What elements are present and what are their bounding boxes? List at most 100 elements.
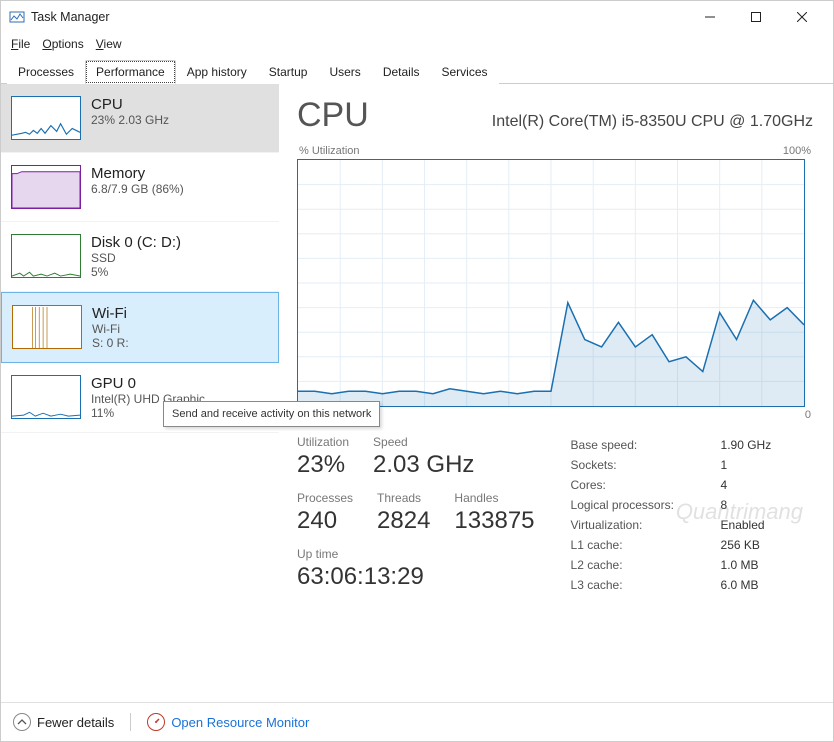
sidebar-item-sub: 23% 2.03 GHz [91, 113, 269, 127]
menu-options[interactable]: Options [38, 35, 87, 53]
stat-val: 8 [721, 498, 728, 512]
stat-handles: Handles 133875 [454, 491, 534, 535]
stat-val: 256 KB [721, 538, 760, 552]
chart-y-max: 100% [783, 145, 811, 157]
sidebar-item-memory[interactable]: Memory 6.8/7.9 GB (86%) [1, 153, 279, 222]
sidebar-item-sub2: 5% [91, 265, 269, 279]
stat-row: L2 cache:1.0 MB [571, 555, 772, 575]
sidebar-item-title: Wi-Fi [92, 305, 268, 322]
stat-uptime: Up time 63:06:13:29 [297, 547, 424, 591]
stats-left: Utilization 23% Speed 2.03 GHz Processes… [297, 435, 535, 595]
memory-thumb [11, 165, 81, 209]
stat-label: Threads [377, 491, 430, 505]
stat-key: L3 cache: [571, 578, 721, 592]
stat-label: Processes [297, 491, 353, 505]
stat-value: 63:06:13:29 [297, 563, 424, 591]
disk-thumb [11, 234, 81, 278]
stat-row: L1 cache:256 KB [571, 535, 772, 555]
fewer-details-button[interactable]: Fewer details [13, 713, 114, 731]
maximize-button[interactable] [733, 1, 779, 33]
tab-app-history[interactable]: App history [176, 60, 258, 84]
stat-label: Speed [373, 435, 474, 449]
detail-panel: CPU Intel(R) Core(TM) i5-8350U CPU @ 1.7… [279, 84, 833, 702]
tab-processes[interactable]: Processes [7, 60, 85, 84]
stat-val: 1.90 GHz [721, 438, 772, 452]
stat-row: Sockets:1 [571, 455, 772, 475]
chevron-up-icon [13, 713, 31, 731]
stat-row: Virtualization:Enabled [571, 515, 772, 535]
chart-y-label: % Utilization [299, 145, 360, 157]
stat-val: Enabled [721, 518, 765, 532]
chart-x-right: 0 [805, 409, 811, 421]
stat-speed: Speed 2.03 GHz [373, 435, 474, 479]
menu-view[interactable]: View [92, 35, 126, 53]
tab-users[interactable]: Users [318, 60, 371, 84]
sidebar-item-wifi[interactable]: Wi-Fi Wi-Fi S: 0 R: [1, 292, 279, 363]
stat-value: 23% [297, 451, 349, 479]
stat-processes: Processes 240 [297, 491, 353, 535]
chart-top-row: % Utilization 100% [297, 145, 813, 159]
stat-value: 2824 [377, 507, 430, 535]
stat-key: Cores: [571, 478, 721, 492]
chart-wrap: % Utilization 100% 60 seconds 0 [297, 145, 813, 421]
sidebar-item-text: Memory 6.8/7.9 GB (86%) [91, 165, 269, 196]
sidebar-item-title: GPU 0 [91, 375, 269, 392]
titlebar: Task Manager [1, 1, 833, 33]
stat-val: 4 [721, 478, 728, 492]
stats: Utilization 23% Speed 2.03 GHz Processes… [297, 435, 813, 595]
resource-monitor-icon [147, 713, 165, 731]
stat-value: 240 [297, 507, 353, 535]
tabstrip: Processes Performance App history Startu… [1, 59, 833, 84]
sidebar-item-text: CPU 23% 2.03 GHz [91, 96, 269, 127]
stat-row: L3 cache:6.0 MB [571, 575, 772, 595]
sidebar-item-title: Disk 0 (C: D:) [91, 234, 269, 251]
stat-val: 6.0 MB [721, 578, 759, 592]
stat-key: L1 cache: [571, 538, 721, 552]
stat-label: Handles [454, 491, 534, 505]
footer-separator [130, 713, 131, 731]
sidebar-item-sub2: S: 0 R: [92, 336, 268, 350]
open-resource-monitor-link[interactable]: Open Resource Monitor [147, 713, 309, 731]
stat-row: Logical processors:8 [571, 495, 772, 515]
sidebar-item-sub: SSD [91, 251, 269, 265]
stat-key: Base speed: [571, 438, 721, 452]
stat-key: L2 cache: [571, 558, 721, 572]
fewer-details-label: Fewer details [37, 715, 114, 730]
stat-val: 1 [721, 458, 728, 472]
stat-key: Logical processors: [571, 498, 721, 512]
cpu-thumb [11, 96, 81, 140]
cpu-chart [297, 159, 805, 407]
detail-header: CPU Intel(R) Core(TM) i5-8350U CPU @ 1.7… [297, 96, 813, 135]
tab-startup[interactable]: Startup [258, 60, 319, 84]
cpu-model-name: Intel(R) Core(TM) i5-8350U CPU @ 1.70GHz [492, 113, 813, 131]
stat-value: 133875 [454, 507, 534, 535]
stat-label: Utilization [297, 435, 349, 449]
gpu-thumb [11, 375, 81, 419]
stat-key: Virtualization: [571, 518, 721, 532]
stat-value: 2.03 GHz [373, 451, 474, 479]
wifi-thumb [12, 305, 82, 349]
tab-details[interactable]: Details [372, 60, 431, 84]
tab-performance[interactable]: Performance [85, 60, 176, 84]
stat-row: Cores:4 [571, 475, 772, 495]
stat-label: Up time [297, 547, 424, 561]
stat-val: 1.0 MB [721, 558, 759, 572]
footer: Fewer details Open Resource Monitor [1, 702, 833, 741]
sidebar-item-text: Wi-Fi Wi-Fi S: 0 R: [92, 305, 268, 350]
window-title: Task Manager [31, 10, 110, 24]
app-icon [9, 9, 25, 25]
sidebar-item-title: CPU [91, 96, 269, 113]
open-resource-monitor-label: Open Resource Monitor [171, 715, 309, 730]
stats-right: Base speed:1.90 GHzSockets:1Cores:4Logic… [571, 435, 772, 595]
sidebar-item-title: Memory [91, 165, 269, 182]
tab-services[interactable]: Services [431, 60, 499, 84]
sidebar-item-disk[interactable]: Disk 0 (C: D:) SSD 5% [1, 222, 279, 292]
wifi-tooltip: Send and receive activity on this networ… [163, 401, 380, 427]
minimize-button[interactable] [687, 1, 733, 33]
stat-utilization: Utilization 23% [297, 435, 349, 479]
sidebar-item-cpu[interactable]: CPU 23% 2.03 GHz [1, 84, 279, 153]
menu-file[interactable]: File [7, 35, 34, 53]
close-button[interactable] [779, 1, 825, 33]
stat-threads: Threads 2824 [377, 491, 430, 535]
main: CPU 23% 2.03 GHz Memory 6.8/7.9 GB (86%)… [1, 84, 833, 702]
